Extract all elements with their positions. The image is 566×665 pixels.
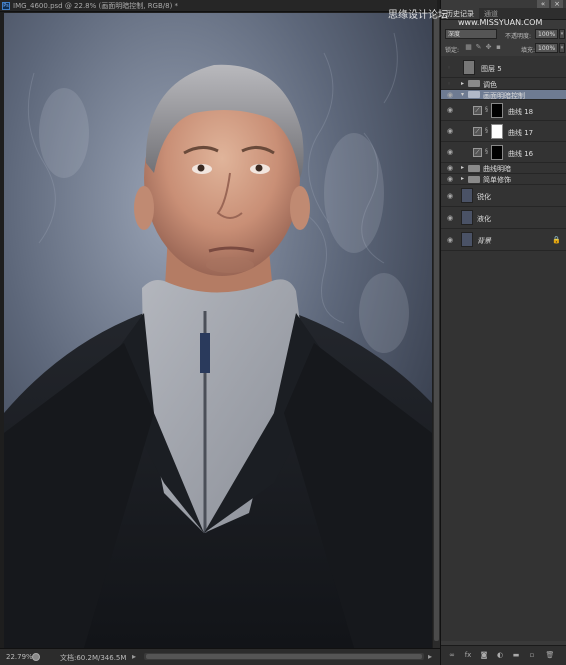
status-arrow-icon[interactable]: ▸ xyxy=(132,652,136,661)
folder-icon xyxy=(468,91,480,98)
layer-name: 背景 xyxy=(477,237,491,245)
expand-icon[interactable]: ▸ xyxy=(461,80,467,87)
expand-icon[interactable]: ▸ xyxy=(461,164,467,171)
adjustment-layer-icon[interactable]: ◐ xyxy=(495,650,505,660)
layer-thumbnail xyxy=(463,60,475,75)
curves-icon: ⟋ xyxy=(473,127,482,136)
lock-transparent-icon[interactable]: ▦ xyxy=(465,44,472,51)
layer-row[interactable]: ◉ 液化 xyxy=(441,207,566,229)
layer-name: 简单修饰 xyxy=(483,176,511,184)
link-icon[interactable]: § xyxy=(485,106,489,113)
opacity-dropdown-icon[interactable]: ▾ xyxy=(559,29,565,39)
visibility-icon[interactable]: ◉ xyxy=(447,149,455,156)
layer-row[interactable]: ◉ 锐化 xyxy=(441,185,566,207)
fill-label: 填充: xyxy=(521,47,536,54)
layer-group-row[interactable]: ◉ ▸ 曲线明暗 xyxy=(441,163,566,174)
panel-window-controls: « × xyxy=(537,0,563,8)
adjustment-layer-row[interactable]: ◉ ⟋ § 曲线 18 xyxy=(441,100,566,121)
vertical-scrollbar[interactable] xyxy=(433,13,440,648)
layer-name: 曲线 18 xyxy=(508,108,534,116)
new-group-icon[interactable]: ▬ xyxy=(511,650,521,660)
layers-panel-toolbar: ∞ fx ◙ ◐ ▬ ▫ 🗑 xyxy=(441,645,566,665)
visibility-off-icon[interactable]: ◦ xyxy=(447,65,455,72)
blend-mode-select[interactable]: 深度 xyxy=(445,29,497,39)
layer-row[interactable]: ◦ 图层 5 xyxy=(441,58,566,78)
image-canvas[interactable] xyxy=(4,13,432,648)
visibility-icon[interactable]: ◉ xyxy=(447,107,455,114)
link-icon[interactable]: § xyxy=(485,127,489,134)
fill-field[interactable]: 100% xyxy=(535,43,558,53)
fill-dropdown-icon[interactable]: ▾ xyxy=(559,43,565,53)
close-icon[interactable]: × xyxy=(551,0,563,8)
layer-thumbnail xyxy=(461,210,473,225)
document-title: IMG_4600.psd @ 22.8% (画面明暗控制, RGB/8) * xyxy=(13,2,179,10)
link-layers-icon[interactable]: ∞ xyxy=(447,650,457,660)
new-layer-icon[interactable]: ▫ xyxy=(527,650,537,660)
visibility-icon[interactable]: ◉ xyxy=(447,176,455,183)
opacity-field[interactable]: 100% xyxy=(535,29,558,39)
lock-label: 锁定: xyxy=(445,47,460,54)
lock-fill-row: 锁定: ▦ ✎ ✥ ▪ 填充: 100% ▾ xyxy=(441,43,566,55)
background-layer-row[interactable]: ◉ 背景 🔒 xyxy=(441,229,566,251)
watermark-text: 思缘设计论坛 xyxy=(388,10,448,21)
collapse-group-icon[interactable]: ▾ xyxy=(461,91,467,98)
layer-name: 曲线明暗 xyxy=(483,165,511,173)
scroll-thumb[interactable] xyxy=(434,15,439,641)
zoom-level[interactable]: 22.79% xyxy=(6,653,33,661)
link-icon[interactable]: § xyxy=(485,148,489,155)
curves-icon: ⟋ xyxy=(473,106,482,115)
layer-style-icon[interactable]: fx xyxy=(463,650,473,660)
blend-opacity-row: 深度 不透明度: 100% ▾ xyxy=(441,29,566,41)
layer-mask-thumbnail[interactable] xyxy=(491,103,503,118)
lock-paint-icon[interactable]: ✎ xyxy=(475,44,482,51)
lock-move-icon[interactable]: ✥ xyxy=(485,44,492,51)
add-mask-icon[interactable]: ◙ xyxy=(479,650,489,660)
layers-panel: « × 历史记录 通道 深度 不透明度: 100% ▾ 锁定: ▦ ✎ ✥ ▪ … xyxy=(440,0,566,665)
visibility-icon[interactable]: ◉ xyxy=(447,128,455,135)
layer-group-row-selected[interactable]: ◉ ▾ 画面明暗控制 xyxy=(441,90,566,100)
lock-all-icon[interactable]: ▪ xyxy=(495,44,502,51)
adjustment-layer-row[interactable]: ◉ ⟋ § 曲线 17 xyxy=(441,121,566,142)
layer-group-row[interactable]: ◉ ▸ 简单修饰 xyxy=(441,174,566,185)
info-icon[interactable] xyxy=(32,653,40,661)
document-tab[interactable]: Ps IMG_4600.psd @ 22.8% (画面明暗控制, RGB/8) … xyxy=(0,0,437,12)
h-scroll-thumb[interactable] xyxy=(146,654,422,659)
watermark-url: www.MISSYUAN.COM xyxy=(458,18,543,27)
layer-name: 液化 xyxy=(477,215,491,223)
visibility-icon[interactable]: ◉ xyxy=(447,92,455,99)
lock-icon: 🔒 xyxy=(552,236,561,244)
layer-name: 锐化 xyxy=(477,193,491,201)
layer-mask-thumbnail[interactable] xyxy=(491,124,503,139)
visibility-icon[interactable]: ◉ xyxy=(447,165,455,172)
expand-icon[interactable]: ▸ xyxy=(461,175,467,182)
photoshop-icon: Ps xyxy=(2,2,10,10)
visibility-off-icon[interactable]: ◦ xyxy=(447,81,455,88)
layer-thumbnail xyxy=(461,188,473,203)
trash-icon[interactable]: 🗑 xyxy=(545,650,555,660)
horizontal-scrollbar[interactable] xyxy=(144,653,424,660)
visibility-icon[interactable]: ◉ xyxy=(447,237,455,244)
layers-list: ◦ 图层 5 ◦ ▸ 调色 ◉ ▾ 画面明暗控制 ◉ ⟋ § 曲线 18 ◉ ⟋… xyxy=(441,56,566,641)
opacity-label: 不透明度: xyxy=(505,33,532,40)
folder-icon xyxy=(468,80,480,87)
document-size: 文档:60.2M/346.5M xyxy=(60,654,127,662)
layer-mask-thumbnail[interactable] xyxy=(491,145,503,160)
layer-group-row[interactable]: ◦ ▸ 调色 xyxy=(441,78,566,90)
layer-thumbnail xyxy=(461,232,473,247)
layer-name: 曲线 17 xyxy=(508,129,534,137)
collapse-icon[interactable]: « xyxy=(537,0,549,8)
layer-name: 调色 xyxy=(483,81,497,89)
curves-icon: ⟋ xyxy=(473,148,482,157)
visibility-icon[interactable]: ◉ xyxy=(447,193,455,200)
folder-icon xyxy=(468,165,480,172)
portrait-image xyxy=(4,13,432,648)
layer-name: 图层 5 xyxy=(481,65,502,73)
visibility-icon[interactable]: ◉ xyxy=(447,215,455,222)
adjustment-layer-row[interactable]: ◉ ⟋ § 曲线 16 xyxy=(441,142,566,163)
folder-icon xyxy=(468,176,480,183)
status-bar: 22.79% 文档:60.2M/346.5M ▸ ▸ xyxy=(0,648,440,665)
layer-name: 曲线 16 xyxy=(508,150,534,158)
scroll-right-icon[interactable]: ▸ xyxy=(428,652,432,661)
